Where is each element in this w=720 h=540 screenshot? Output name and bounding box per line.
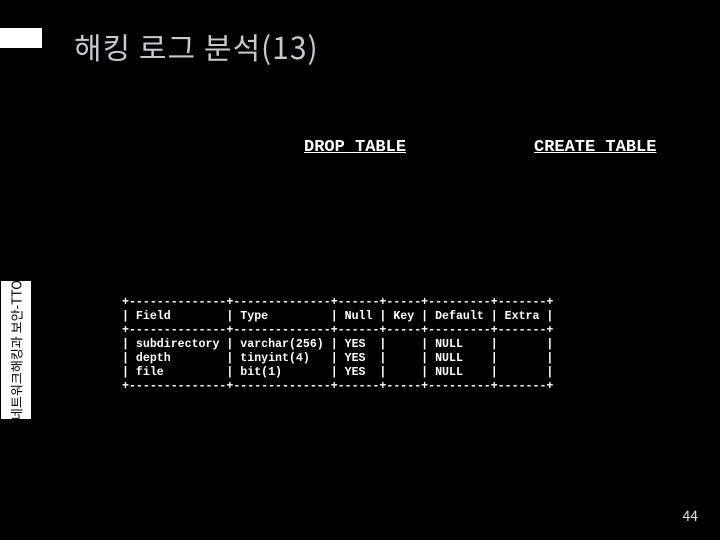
table-row: | subdirectory | varchar(256) | YES | | … — [122, 338, 553, 351]
table-header-row: | Field | Type | Null | Key | Default | … — [122, 310, 553, 323]
table-border-top: +--------------+--------------+------+--… — [122, 296, 553, 309]
terminal-output: +--------------+--------------+------+--… — [122, 296, 610, 394]
drop-table-label: DROP TABLE — [304, 138, 406, 157]
sidebar-tab-text: 네트워크해킹과 보안-TTO — [7, 280, 26, 420]
page-number: 44 — [682, 506, 698, 526]
sql-keywords-row: DROP TABLE CREATE TABLE — [90, 138, 680, 162]
table-border-bottom: +--------------+--------------+------+--… — [122, 380, 553, 393]
table-row: | file | bit(1) | YES | | NULL | | — [122, 366, 553, 379]
corner-decoration — [0, 28, 42, 48]
slide-background: 해킹 로그 분석(13) DROP TABLE CREATE TABLE +--… — [0, 0, 720, 540]
sidebar-tab: 네트워크해킹과 보안-TTO — [0, 280, 32, 420]
table-border-mid: +--------------+--------------+------+--… — [122, 324, 553, 337]
create-table-label: CREATE TABLE — [534, 138, 656, 157]
table-row: | depth | tinyint(4) | YES | | NULL | | — [122, 352, 553, 365]
slide-title: 해킹 로그 분석(13) — [74, 24, 319, 68]
